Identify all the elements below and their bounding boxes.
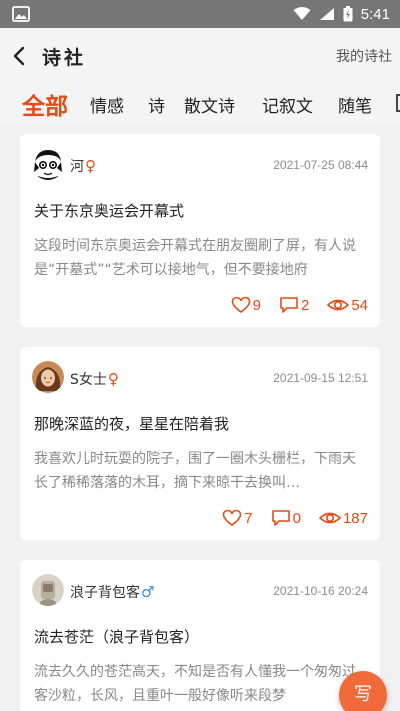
post-card[interactable]: 河♀ 2021-07-25 08:44 关于东京奥运会开幕式 这段时间东京奥运会… [20, 134, 380, 327]
eye-icon [327, 299, 350, 311]
avatar[interactable] [32, 148, 64, 180]
author-name[interactable]: 浪子背包客♂ [70, 582, 154, 602]
like-count: 9 [252, 296, 261, 314]
female-icon: ♀ [107, 370, 119, 388]
eye-icon [318, 512, 341, 524]
comment-stat[interactable]: 2 [279, 296, 309, 314]
heart-icon [231, 296, 250, 313]
post-title[interactable]: 流去苍茫（浪子背包客） [34, 626, 199, 647]
signal-icon [319, 8, 334, 20]
wifi-icon [293, 7, 311, 20]
female-icon: ♀ [85, 157, 96, 175]
author-name[interactable]: 河♀ [70, 156, 96, 176]
battery-icon [343, 6, 353, 22]
post-date: 2021-09-15 12:51 [273, 371, 368, 385]
tab-emotion[interactable]: 情感 [90, 92, 124, 117]
like-count: 7 [244, 509, 253, 527]
post-title[interactable]: 那晚深蓝的夜，星星在陪着我 [34, 413, 229, 434]
view-count: 187 [342, 509, 368, 527]
post-date: 2021-07-25 08:44 [273, 158, 368, 172]
heart-icon [222, 509, 242, 526]
male-icon: ♂ [141, 583, 155, 601]
comment-stat[interactable]: 0 [271, 509, 301, 527]
avatar[interactable] [32, 361, 64, 393]
post-excerpt: 这段时间东京奥运会开幕式在朋友圈刷了屏，有人说是“开墓式”“艺术可以接地气，但不… [34, 238, 356, 278]
like-stat[interactable]: 9 [231, 296, 261, 314]
tab-overflow-indicator [396, 94, 400, 112]
view-count: 54 [351, 296, 368, 314]
like-stat[interactable]: 7 [222, 509, 253, 527]
post-stats: 9 2 54 [231, 296, 368, 314]
post-card[interactable]: S女士♀ 2021-09-15 12:51 那晚深蓝的夜，星星在陪着我 我喜欢儿… [20, 347, 380, 540]
comment-count: 2 [300, 296, 310, 314]
author-name[interactable]: S女士♀ [70, 369, 119, 389]
post-excerpt: 流去久久的苍茫高天，不知是否有人懂我一个匆匆过客沙粒，长风，且重叶一般好像听来段… [34, 664, 356, 704]
tab-all[interactable]: 全部 [22, 87, 68, 121]
gallery-notification-icon [12, 6, 30, 22]
status-bar: 5:41 [0, 0, 400, 28]
post-date: 2021-10-16 20:24 [273, 584, 368, 598]
view-stat: 54 [327, 296, 368, 314]
comment-icon [280, 297, 298, 313]
post-card[interactable]: 浪子背包客♂ 2021-10-16 20:24 流去苍茫（浪子背包客） 流去久久… [20, 560, 380, 711]
post-excerpt: 我喜欢儿时玩耍的院子，围了一圈木头栅栏，下雨天长了稀稀落落的木耳，摘下来晾干去换… [34, 451, 356, 491]
tab-poem[interactable]: 诗 [148, 92, 165, 117]
status-time: 5:41 [360, 5, 390, 23]
post-stats: 7 0 187 [222, 509, 368, 527]
view-stat: 187 [318, 509, 368, 527]
post-title[interactable]: 关于东京奥运会开幕式 [34, 200, 184, 221]
my-poetry-club-link[interactable]: 我的诗社 [336, 46, 392, 66]
back-arrow-icon[interactable] [10, 45, 30, 67]
page-title: 诗社 [42, 47, 87, 69]
tab-prose-poem[interactable]: 散文诗 [184, 92, 235, 117]
tab-essay[interactable]: 随笔 [338, 92, 372, 117]
tab-narrative[interactable]: 记叙文 [262, 92, 313, 117]
category-tabs: 全部 情感 诗 散文诗 记叙文 随笔 [0, 84, 400, 124]
comment-count: 0 [292, 509, 301, 527]
comment-icon [271, 510, 290, 526]
write-post-button[interactable]: 写 [339, 671, 387, 711]
avatar[interactable] [32, 574, 64, 606]
app-header: 诗社 我的诗社 [0, 28, 400, 84]
